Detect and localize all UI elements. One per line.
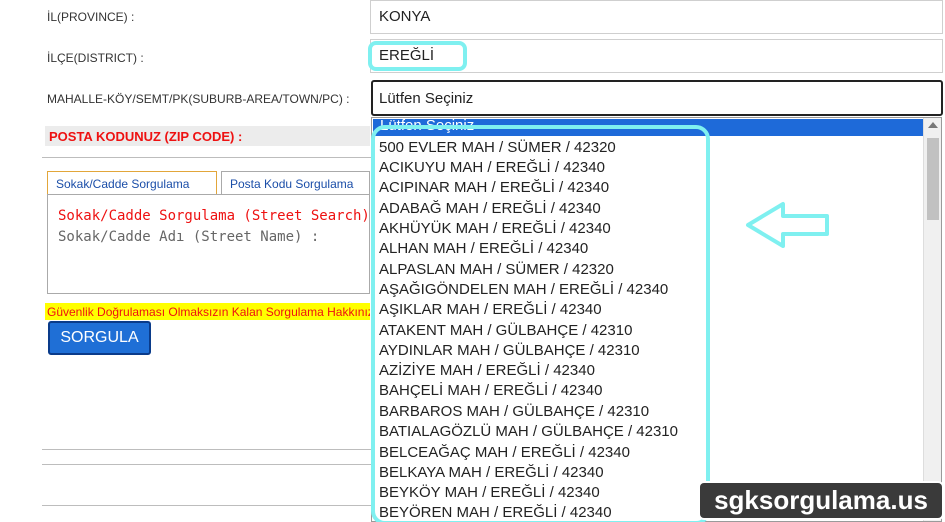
street-name-label: Sokak/Cadde Adı (Street Name) : [58, 229, 320, 245]
watermark: sgksorgulama.us [700, 483, 942, 518]
district-label: İLÇE(DISTRICT) : [47, 51, 144, 65]
options-highlight [371, 125, 710, 522]
security-warning: Güvenlik Doğrulaması Olmaksızın Kalan So… [45, 303, 370, 320]
divider [42, 464, 372, 465]
district-highlight [368, 41, 467, 71]
scrollbar-thumb[interactable] [927, 138, 939, 220]
dropdown-scrollbar[interactable] [923, 118, 941, 521]
search-button[interactable]: SORGULA [48, 321, 151, 355]
left-arrow-icon [746, 202, 829, 248]
divider [42, 505, 372, 506]
divider [42, 449, 372, 450]
province-field[interactable]: KONYA [370, 0, 943, 34]
tab-zip-search[interactable]: Posta Kodu Sorgulama [221, 171, 370, 195]
zip-code-label: POSTA KODUNUZ (ZIP CODE) : [45, 126, 370, 146]
suburb-label: MAHALLE-KÖY/SEMT/PK(SUBURB-AREA/TOWN/PC)… [47, 92, 350, 106]
divider [42, 157, 372, 158]
tab-street-search[interactable]: Sokak/Cadde Sorgulama [47, 171, 217, 195]
scroll-up-arrow-icon[interactable] [928, 122, 938, 128]
province-label: İL(PROVINCE) : [47, 10, 135, 24]
suburb-select[interactable]: Lütfen Seçiniz [371, 80, 943, 116]
street-search-title: Sokak/Cadde Sorgulama (Street Search) [58, 208, 370, 224]
